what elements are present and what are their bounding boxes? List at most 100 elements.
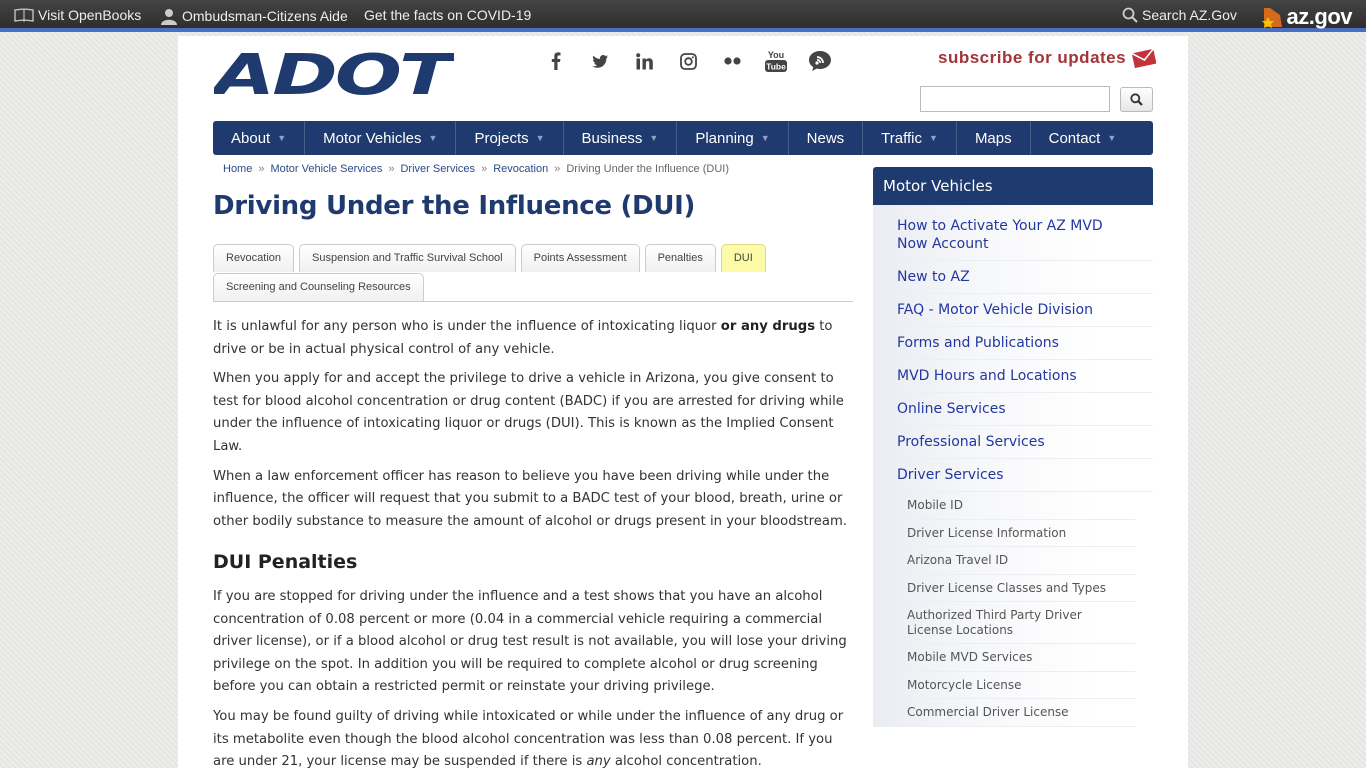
tab-screening[interactable]: Screening and Counseling Resources — [213, 273, 424, 301]
flickr-icon[interactable] — [710, 48, 754, 74]
breadcrumb-separator: » — [388, 163, 395, 175]
article-body: It is unlawful for any person who is und… — [213, 316, 853, 768]
sidebar-item-hours-locations[interactable]: MVD Hours and Locations — [873, 360, 1153, 393]
caret-down-icon: ▼ — [277, 133, 287, 143]
nav-maps[interactable]: Maps — [957, 121, 1031, 155]
facebook-icon[interactable] — [534, 48, 578, 74]
breadcrumb-revocation[interactable]: Revocation — [493, 163, 548, 175]
site-search-button[interactable] — [1120, 87, 1153, 112]
caret-down-icon: ▼ — [760, 133, 770, 143]
nav-label: About — [231, 129, 271, 147]
nav-news[interactable]: News — [789, 121, 864, 155]
paragraph: It is unlawful for any person who is und… — [213, 319, 833, 357]
instagram-icon[interactable] — [666, 48, 710, 74]
sidebar-heading[interactable]: Motor Vehicles — [873, 167, 1153, 205]
sidebar-item-faq[interactable]: FAQ - Motor Vehicle Division — [873, 294, 1153, 327]
breadcrumb-motor-vehicle-services[interactable]: Motor Vehicle Services — [270, 163, 382, 175]
nav-label: Planning — [695, 129, 754, 147]
sidebar-subitem-motorcycle[interactable]: Motorcycle License — [897, 672, 1135, 699]
ombudsman-link[interactable]: Ombudsman-Citizens Aide — [160, 7, 348, 25]
search-icon — [1130, 93, 1143, 106]
nav-label: Projects — [474, 129, 529, 147]
sidebar-item-online-services[interactable]: Online Services — [873, 393, 1153, 426]
sidebar-item-driver-services[interactable]: Driver Services — [873, 459, 1153, 492]
nav-about[interactable]: About ▼ — [213, 121, 306, 155]
sidebar-item-professional-services[interactable]: Professional Services — [873, 426, 1153, 459]
breadcrumb-separator: » — [481, 163, 488, 175]
linkedin-icon[interactable] — [622, 48, 666, 74]
breadcrumb-driver-services[interactable]: Driver Services — [400, 163, 475, 175]
sidebar-subitem-license-classes[interactable]: Driver License Classes and Types — [897, 575, 1135, 602]
nav-traffic[interactable]: Traffic ▼ — [863, 121, 957, 155]
arizona-star-icon — [1261, 8, 1282, 28]
social-links: You Tube — [534, 48, 842, 74]
nav-label: News — [806, 129, 845, 147]
adot-logo[interactable]: ADOT — [214, 50, 454, 98]
nav-business[interactable]: Business ▼ — [564, 121, 678, 155]
paragraph: If you are stopped for driving under the… — [213, 588, 847, 695]
caret-down-icon: ▼ — [428, 133, 438, 143]
blog-icon[interactable] — [798, 48, 842, 74]
tab-revocation[interactable]: Revocation — [213, 244, 295, 272]
tab-row: Screening and Counseling Resources — [213, 272, 853, 301]
sidebar-subitem-mobile-id[interactable]: Mobile ID — [897, 492, 1135, 520]
adot-logo-text: ADOT — [214, 50, 454, 98]
caret-down-icon: ▼ — [1107, 133, 1117, 143]
subscribe-label: subscribe for updates — [938, 48, 1127, 67]
azgov-label: az.gov — [1286, 4, 1353, 29]
nav-label: Business — [581, 129, 643, 147]
twitter-icon[interactable] — [578, 48, 622, 74]
nav-label: Contact — [1048, 129, 1101, 147]
main-nav: About ▼ Motor Vehicles ▼ Projects ▼ Busines… — [213, 121, 1153, 155]
breadcrumb-home[interactable]: Home — [223, 163, 252, 175]
caret-down-icon: ▼ — [535, 133, 545, 143]
nav-projects[interactable]: Projects ▼ — [456, 121, 564, 155]
breadcrumb: Home » Motor Vehicle Services » Driver S… — [223, 163, 729, 175]
sidebar-subitem-travel-id[interactable]: Arizona Travel ID — [897, 547, 1135, 575]
openbooks-link[interactable]: Visit OpenBooks — [14, 7, 141, 23]
section-tabs: Revocation Suspension and Traffic Surviv… — [213, 243, 853, 302]
covid-link[interactable]: Get the facts on COVID-19 — [364, 7, 531, 23]
sidebar-item-activate-mvd-now[interactable]: How to Activate Your AZ MVD Now Account — [873, 208, 1153, 261]
openbooks-label: Visit OpenBooks — [38, 7, 142, 23]
section-heading: DUI Penalties — [213, 551, 358, 574]
main-panel: ADOT You Tube subscribe for updates Abou… — [178, 36, 1188, 768]
paragraph: When you apply for and accept the privil… — [213, 371, 844, 454]
svg-text:Tube: Tube — [766, 62, 786, 72]
site-search-input[interactable] — [920, 86, 1110, 112]
nav-contact[interactable]: Contact ▼ — [1031, 121, 1135, 155]
breadcrumb-separator: » — [554, 163, 561, 175]
caret-down-icon: ▼ — [649, 133, 659, 143]
sidebar-item-forms[interactable]: Forms and Publications — [873, 327, 1153, 360]
tab-suspension[interactable]: Suspension and Traffic Survival School — [299, 244, 516, 272]
tab-penalties[interactable]: Penalties — [644, 244, 716, 272]
youtube-icon[interactable]: You Tube — [754, 48, 798, 74]
caret-down-icon: ▼ — [929, 133, 938, 143]
svg-text:You: You — [768, 50, 784, 60]
nav-label: Motor Vehicles — [323, 129, 422, 147]
paragraph: When a law enforcement officer has reaso… — [213, 468, 847, 529]
nav-label: Maps — [974, 129, 1012, 147]
sidebar-subitem-driver-license-info[interactable]: Driver License Information — [897, 520, 1135, 547]
tab-dui[interactable]: DUI — [720, 244, 766, 272]
subscribe-link[interactable]: subscribe for updates — [938, 46, 1157, 70]
search-azgov-label: Search AZ.Gov — [1142, 7, 1237, 23]
state-topbar: Visit OpenBooks Ombudsman-Citizens Aide … — [0, 0, 1366, 32]
ombudsman-label: Ombudsman-Citizens Aide — [182, 8, 348, 24]
nav-planning[interactable]: Planning ▼ — [677, 121, 789, 155]
sidebar-subitem-cdl[interactable]: Commercial Driver License — [897, 699, 1135, 727]
tab-row: Revocation Suspension and Traffic Surviv… — [213, 243, 853, 272]
paragraph: You may be found guilty of driving while… — [213, 708, 844, 768]
sidebar: Motor Vehicles How to Activate Your AZ M… — [873, 167, 1153, 727]
person-icon — [161, 9, 177, 25]
envelope-icon — [1132, 48, 1157, 69]
sidebar-subitem-mobile-mvd[interactable]: Mobile MVD Services — [897, 644, 1135, 672]
sidebar-item-new-to-az[interactable]: New to AZ — [873, 261, 1153, 294]
covid-label: Get the facts on COVID-19 — [364, 7, 532, 23]
nav-motor-vehicles[interactable]: Motor Vehicles ▼ — [305, 121, 457, 155]
search-azgov-link[interactable]: Search AZ.Gov — [1122, 7, 1237, 23]
sidebar-subitem-third-party[interactable]: Authorized Third Party Driver License Lo… — [897, 602, 1135, 644]
search-icon — [1122, 7, 1138, 23]
tab-points-assessment[interactable]: Points Assessment — [520, 244, 640, 272]
azgov-logo[interactable]: az.gov — [1261, 4, 1353, 30]
